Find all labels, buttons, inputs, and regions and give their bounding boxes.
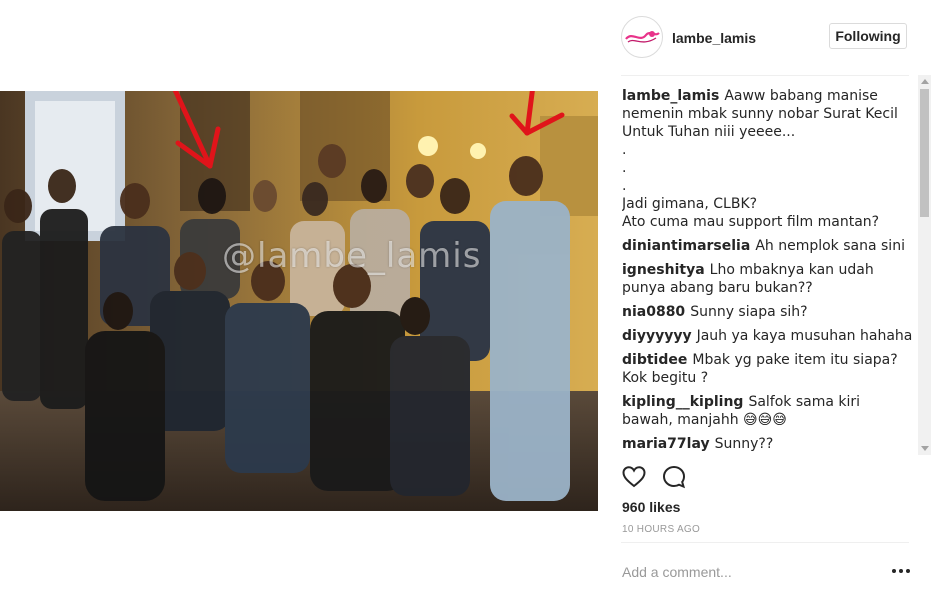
profile-logo-icon bbox=[625, 31, 660, 43]
caption-username[interactable]: lambe_lamis bbox=[622, 88, 719, 104]
caption-line: Jadi gimana, CLBK? bbox=[622, 196, 758, 212]
comment-button[interactable] bbox=[661, 464, 687, 490]
post-side-panel: lambe_lamis Following lambe_lamis Aaww ba… bbox=[598, 0, 931, 595]
comment-text: Jauh ya kaya musuhan hahaha bbox=[696, 328, 913, 344]
photo-watermark: @lambe_lamis bbox=[222, 236, 482, 276]
comment-username[interactable]: maria77lay bbox=[622, 436, 710, 452]
post-actions bbox=[621, 464, 741, 492]
scroll-down-icon[interactable] bbox=[921, 446, 929, 451]
likes-count[interactable]: 960 likes bbox=[622, 499, 680, 515]
comment-text: Ah nemplok sana sini bbox=[755, 238, 905, 254]
list-item: nia0880 Sunny siapa sih? bbox=[622, 303, 914, 321]
caption-line: . bbox=[622, 178, 627, 194]
avatar[interactable] bbox=[621, 16, 663, 58]
caption-line: . bbox=[622, 142, 627, 158]
like-button[interactable] bbox=[621, 464, 647, 490]
group-photo-image bbox=[0, 91, 598, 511]
comment-username[interactable]: diniantimarselia bbox=[622, 238, 750, 254]
list-item: maria77lay Sunny?? bbox=[622, 435, 914, 453]
comment-username[interactable]: nia0880 bbox=[622, 304, 685, 320]
scroll-up-icon[interactable] bbox=[921, 79, 929, 84]
post-photo-area: @lambe_lamis bbox=[0, 0, 598, 595]
comment-text: Sunny siapa sih? bbox=[690, 304, 808, 320]
comment-username[interactable]: diyyyyyy bbox=[622, 328, 692, 344]
add-comment-input[interactable] bbox=[622, 562, 872, 582]
comments-list[interactable]: lambe_lamis Aaww babang manise nemenin mb… bbox=[622, 87, 914, 457]
comment-bubble-icon bbox=[662, 465, 686, 489]
following-button[interactable]: Following bbox=[829, 23, 907, 49]
heart-icon bbox=[622, 466, 646, 488]
comments-scrollbar[interactable] bbox=[918, 75, 931, 455]
list-item: diyyyyyy Jauh ya kaya musuhan hahaha bbox=[622, 327, 914, 345]
footer-divider bbox=[621, 542, 909, 543]
caption: lambe_lamis Aaww babang manise nemenin mb… bbox=[622, 87, 914, 231]
caption-line: . bbox=[622, 160, 627, 176]
list-item: igneshitya Lho mbaknya kan udah punya aba… bbox=[622, 261, 914, 297]
comment-text: Sunny?? bbox=[714, 436, 774, 452]
post-timestamp[interactable]: 10 HOURS AGO bbox=[622, 524, 700, 535]
comment-username[interactable]: igneshitya bbox=[622, 262, 705, 278]
list-item: dibtidee Mbak yg pake item itu siapa? Kok… bbox=[622, 351, 914, 387]
list-item: kipling__kipling Salfok sama kiri bawah, … bbox=[622, 393, 914, 429]
list-item: diniantimarselia Ah nemplok sana sini bbox=[622, 237, 914, 255]
caption-line: Ato cuma mau support film mantan? bbox=[622, 214, 880, 230]
more-options-icon bbox=[906, 569, 910, 573]
comment-username[interactable]: dibtidee bbox=[622, 352, 687, 368]
comment-username[interactable]: kipling__kipling bbox=[622, 394, 743, 410]
scrollbar-thumb[interactable] bbox=[920, 89, 929, 217]
post-photo[interactable]: @lambe_lamis bbox=[0, 91, 598, 511]
more-options-icon bbox=[892, 569, 896, 573]
post-username[interactable]: lambe_lamis bbox=[672, 30, 756, 46]
post-header: lambe_lamis Following bbox=[598, 0, 931, 75]
more-options-icon bbox=[899, 569, 903, 573]
more-options-button[interactable] bbox=[892, 566, 910, 576]
header-divider bbox=[621, 75, 909, 76]
